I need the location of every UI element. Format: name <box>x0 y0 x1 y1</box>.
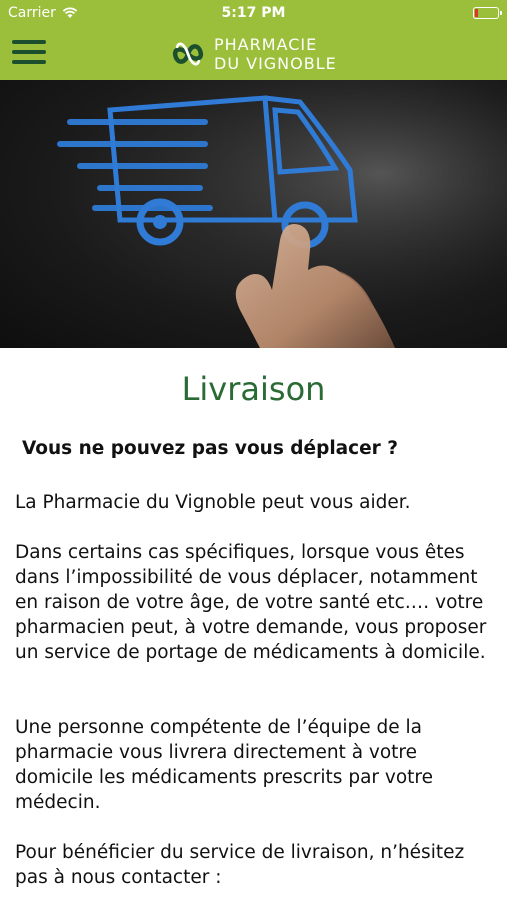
delivery-truck-illustration <box>0 80 507 348</box>
header: Carrier 5:17 PM PHARMACIE DU VIGNOBLE <box>0 0 507 80</box>
nav-bar: PHARMACIE DU VIGNOBLE <box>0 28 507 80</box>
page-title: Livraison <box>181 370 326 408</box>
status-bar: Carrier 5:17 PM <box>0 0 507 28</box>
clock: 5:17 PM <box>221 5 286 21</box>
hamburger-menu-icon[interactable] <box>12 38 46 66</box>
paragraph-4: Pour bénéficier du service de livraison,… <box>15 842 465 888</box>
main-content: Livraison Vous ne pouvez pas vous déplac… <box>0 348 507 888</box>
logo-line2: DU VIGNOBLE <box>214 54 337 73</box>
paragraph-3: Une personne compétente de l’équipe de l… <box>15 717 433 813</box>
paragraph-2: Dans certains cas spécifiques, lorsque v… <box>15 542 487 663</box>
logo-text: PHARMACIE DU VIGNOBLE <box>214 35 337 73</box>
logo[interactable]: PHARMACIE DU VIGNOBLE <box>170 34 337 74</box>
paragraph-1: La Pharmacie du Vignoble peut vous aider… <box>15 492 411 513</box>
hero-image <box>0 80 507 348</box>
section-subtitle: Vous ne pouvez pas vous déplacer ? <box>22 438 398 459</box>
pharmacy-logo-icon <box>172 42 204 66</box>
logo-line1: PHARMACIE <box>214 35 318 54</box>
battery-icon <box>473 7 502 19</box>
